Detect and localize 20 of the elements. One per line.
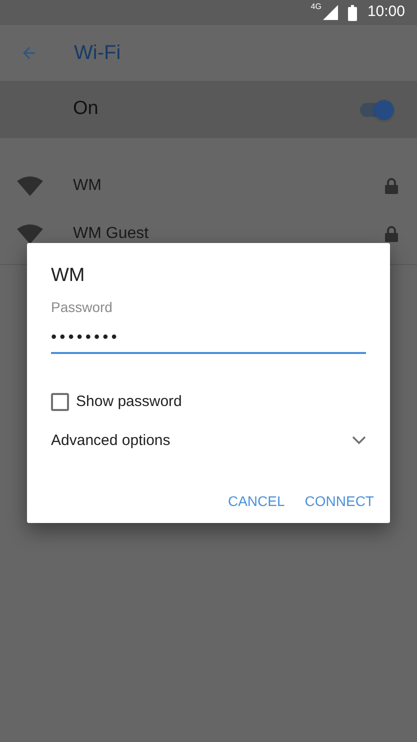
switch-label: On bbox=[73, 97, 98, 122]
checkbox-label: Show password bbox=[76, 392, 182, 412]
clock: 10:00 bbox=[367, 2, 405, 22]
network-name[interactable]: WM Guest bbox=[73, 222, 385, 246]
password-field[interactable]: •••••••• bbox=[51, 324, 366, 354]
screen-title: Wi-Fi bbox=[74, 41, 121, 66]
dialog-button[interactable]: CANCEL bbox=[220, 483, 293, 519]
field-label: Password bbox=[51, 298, 114, 316]
wifi-icon bbox=[17, 224, 43, 244]
advanced-options-row[interactable]: Advanced options bbox=[51, 430, 366, 452]
network-type: 4G bbox=[310, 3, 322, 11]
dialog-title: WM bbox=[51, 264, 86, 288]
toggle-switch[interactable] bbox=[360, 102, 392, 116]
signal-icon bbox=[323, 5, 338, 20]
wifi-icon bbox=[17, 176, 43, 196]
dialog-button[interactable]: CONNECT bbox=[296, 483, 382, 519]
network-name[interactable]: WM bbox=[73, 174, 385, 198]
battery-icon bbox=[348, 4, 358, 20]
checkbox[interactable] bbox=[51, 393, 69, 412]
advanced-options-label: Advanced options bbox=[51, 430, 170, 450]
